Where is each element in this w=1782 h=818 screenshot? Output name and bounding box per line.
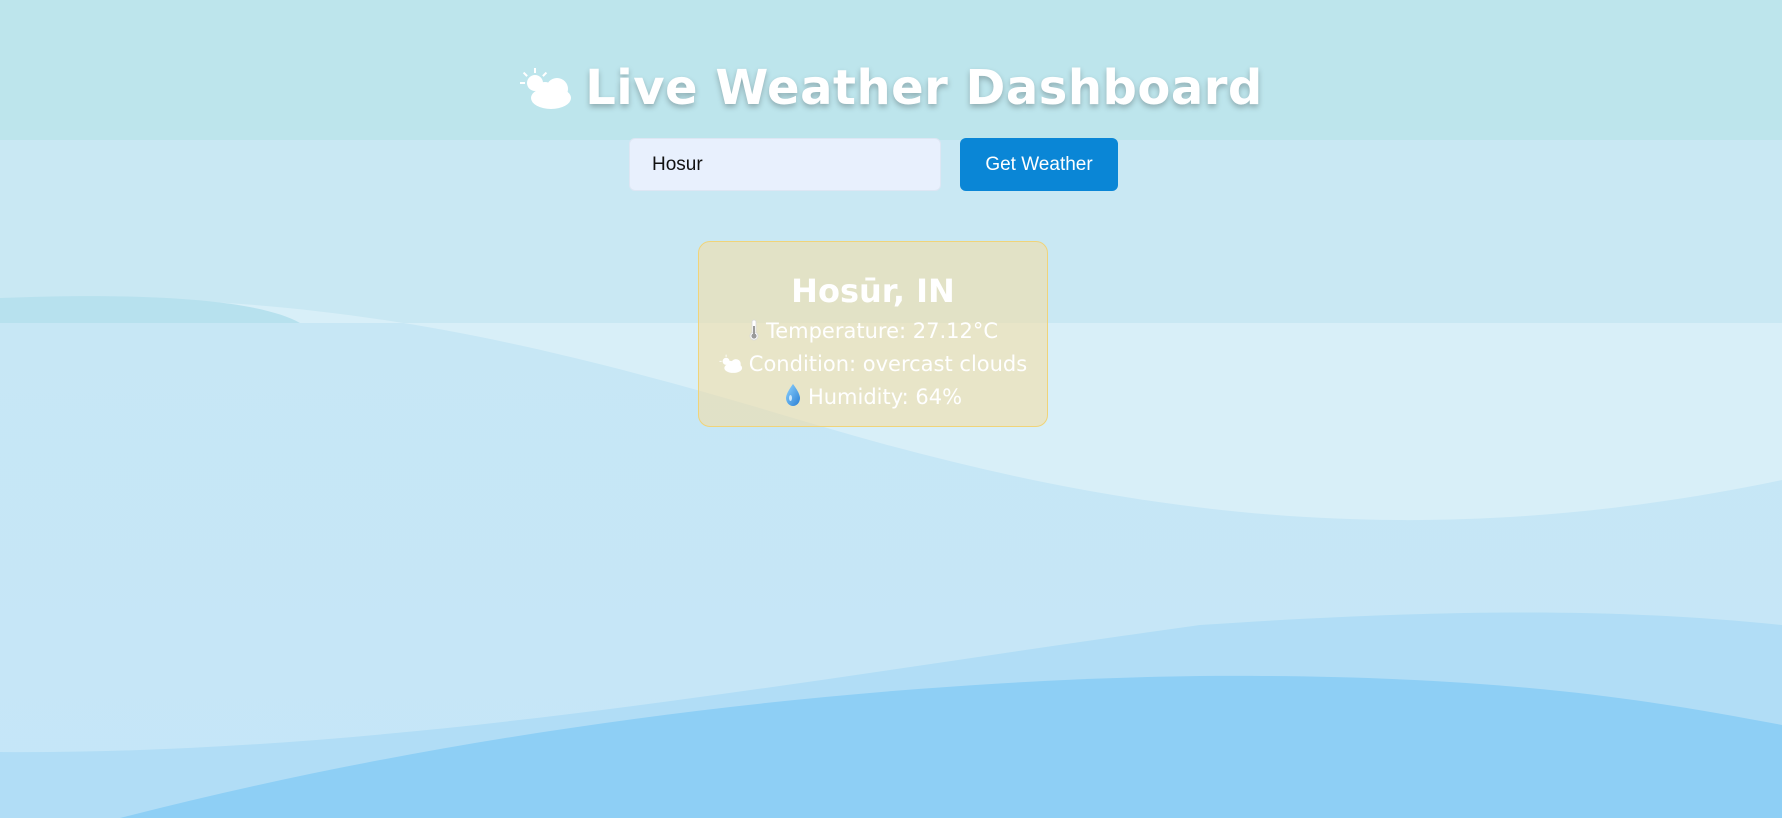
humidity-row: Humidity: 64% (699, 382, 1047, 415)
city-search-input[interactable] (629, 138, 941, 191)
humidity-text: Humidity: 64% (807, 385, 963, 409)
page-title: Live Weather Dashboard (0, 60, 1782, 122)
search-form: Get Weather (629, 138, 1118, 191)
temperature-row: Temperature: 27.12°C (699, 316, 1047, 349)
get-weather-button[interactable]: Get Weather (960, 138, 1118, 191)
temperature-text: Temperature: 27.12°C (765, 319, 999, 343)
sun-behind-cloud-icon (519, 66, 573, 122)
condition-text: Condition: overcast clouds (748, 352, 1028, 376)
sun-behind-cloud-icon (719, 352, 743, 382)
thermometer-icon (748, 319, 760, 349)
title-text: Live Weather Dashboard (585, 60, 1263, 116)
droplet-icon (784, 383, 802, 415)
location-name: Hosūr, IN (791, 272, 955, 310)
condition-row: Condition: overcast clouds (699, 349, 1047, 382)
weather-card: Hosūr, IN Temperature: 27.12°C Condition… (698, 241, 1048, 427)
